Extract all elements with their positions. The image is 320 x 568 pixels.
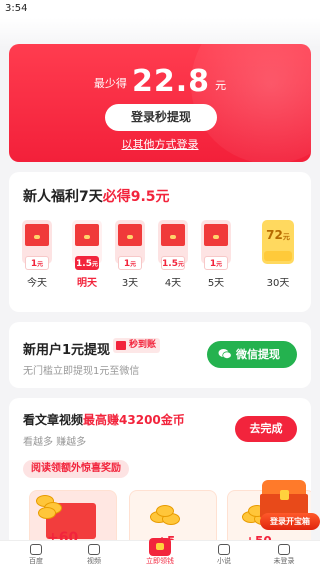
new-user-subtitle: 无门槛立即提现1元至微信 [23,366,140,377]
day-label: 3天 [121,278,139,289]
day-label: 今天 [27,278,47,289]
nav-item-profile[interactable]: 未登录 [264,544,304,566]
red-envelope-icon: 1.5元 [158,220,188,270]
gold-envelope-icon: 72元 [262,220,294,264]
nav-item-video[interactable]: 视频 [74,544,114,566]
red-envelope-icon: 1元 [115,220,145,270]
status-bar: 3:54 [0,0,320,18]
nav-item-novel[interactable]: 小说 [204,544,244,566]
new-user-title: 新用户1元提现 [23,343,111,358]
red-envelope-icon [149,538,171,556]
login-open-chest-button[interactable]: 登录开宝箱 [260,513,320,530]
video-icon [88,544,100,555]
profile-icon [278,544,290,555]
red-envelope-icon: 1元 [201,220,231,270]
day-amount: 1元 [25,256,49,270]
day-label: 30天 [266,278,290,289]
red-envelope-icon [116,341,126,350]
wechat-withdraw-button[interactable]: 微信提现 [207,341,297,368]
nav-item-baidu[interactable]: 百度 [16,544,56,566]
day-item-30[interactable]: 72元 30天 [262,220,294,289]
day-label: 4天 [164,278,182,289]
day-amount: 1元 [204,256,228,270]
welfare-title-prefix: 新人福利7天 [23,189,103,205]
day-item-3[interactable]: 1元 3天 [114,220,146,289]
gold-coins-icon [150,505,184,527]
hero-amount: 22.8 [131,64,211,99]
day-amount: 1.5元 [75,256,99,270]
red-envelope-icon: 1.5元 [72,220,102,270]
article-subtitle: 看越多 赚越多 [23,437,87,448]
nav-item-earn[interactable]: 立即领钱 [140,538,180,566]
day-item-today[interactable]: 1元 今天 [21,220,53,289]
new-user-welfare-card: 新人福利7天必得9.5元 1元 今天 1.5元 明天 1元 3天 1.5元 4天 [9,172,311,312]
day-amount: 1元 [118,256,142,270]
welfare-title-highlight: 必得9.5元 [102,189,170,205]
day-item-4[interactable]: 1.5元 4天 [157,220,189,289]
hero-card: 最少得 22.8 元 登录秒提现 以其他方式登录 [9,44,311,162]
status-time: 3:54 [5,3,28,14]
day-label: 明天 [77,278,97,289]
hero-prefix: 最少得 [93,77,127,90]
reading-reward-banner: 阅读领额外惊喜奖励 [23,460,129,478]
day-amount: 1.5元 [161,256,185,270]
bottom-nav: 百度 视频 立即领钱 小说 未登录 [0,538,320,568]
login-withdraw-button[interactable]: 登录秒提现 [105,104,217,131]
welfare-title: 新人福利7天必得9.5元 [23,186,170,206]
instant-badge: 秒到账 [113,338,161,353]
day-item-tomorrow[interactable]: 1.5元 明天 [71,220,103,289]
day-item-5[interactable]: 1元 5天 [200,220,232,289]
go-complete-button[interactable]: 去完成 [235,416,297,442]
red-envelope-icon: 1元 [22,220,52,270]
alt-login-link[interactable]: 以其他方式登录 [9,136,311,152]
article-title: 看文章视频最高赚43200金币 [23,413,185,427]
baidu-icon [30,544,42,555]
novel-icon [218,544,230,555]
gold-coins-icon [36,495,70,519]
day-label: 5天 [207,278,225,289]
hero-unit: 元 [215,79,227,92]
new-user-withdraw-card: 新用户1元提现 秒到账 无门槛立即提现1元至微信 微信提现 [9,322,311,388]
wechat-icon [218,349,232,359]
hero-amount-row: 最少得 22.8 元 [9,64,311,99]
